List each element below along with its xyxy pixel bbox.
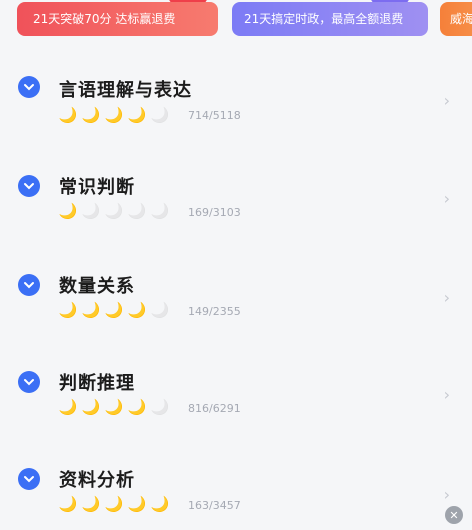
crescent-moon-icon: 🌙 (104, 106, 124, 124)
crescent-moon-icon: 🌙 (58, 301, 78, 319)
crescent-moon-icon: 🌙 (127, 106, 147, 124)
progress-moons: 🌙 🌙 🌙 🌙 🌙 (58, 300, 170, 320)
subject-item[interactable]: 言语理解与表达 🌙 🌙 🌙 🌙 🌙 714/5118 › (0, 44, 472, 139)
crescent-moon-icon: 🌙 (150, 106, 170, 124)
chevron-right-icon[interactable]: › (444, 485, 450, 504)
crescent-moon-icon: 🌙 (81, 301, 101, 319)
progress-moons: 🌙 🌙 🌙 🌙 🌙 (58, 494, 170, 514)
chevron-down-icon[interactable] (18, 76, 40, 98)
crescent-moon-icon: 🌙 (127, 202, 147, 220)
crescent-moon-icon: 🌙 (150, 202, 170, 220)
chevron-right-icon[interactable]: › (444, 91, 450, 110)
subject-list: 言语理解与表达 🌙 🌙 🌙 🌙 🌙 714/5118 › 常识判断 🌙 🌙 🌙 🌙 🌙 169/… (0, 44, 472, 527)
crescent-moon-icon: 🌙 (150, 495, 170, 513)
chevron-down-icon[interactable] (18, 371, 40, 393)
crescent-moon-icon: 🌙 (150, 301, 170, 319)
progress-moons: 🌙 🌙 🌙 🌙 🌙 (58, 105, 170, 125)
question-count: 169/3103 (188, 206, 241, 219)
promo-banner-current-affairs[interactable]: 21天搞定时政，最高全额退费 (232, 2, 428, 36)
crescent-moon-icon: 🌙 (81, 202, 101, 220)
crescent-moon-icon: 🌙 (81, 495, 101, 513)
crescent-moon-icon: 🌙 (58, 106, 78, 124)
progress-moons: 🌙 🌙 🌙 🌙 🌙 (58, 201, 170, 221)
promo-banner-weihai[interactable]: 威海 (440, 2, 472, 36)
progress-moons: 🌙 🌙 🌙 🌙 🌙 (58, 397, 170, 417)
close-icon[interactable]: ✕ (445, 506, 463, 524)
crescent-moon-icon: 🌙 (58, 495, 78, 513)
crescent-moon-icon: 🌙 (150, 398, 170, 416)
crescent-moon-icon: 🌙 (127, 301, 147, 319)
subject-title: 数量关系 (59, 276, 135, 297)
question-count: 714/5118 (188, 109, 241, 122)
chevron-right-icon[interactable]: › (444, 189, 450, 208)
subject-title: 言语理解与表达 (59, 80, 192, 101)
crescent-moon-icon: 🌙 (127, 398, 147, 416)
promo-banner-score[interactable]: 21天突破70分 达标赢退费 (17, 2, 218, 36)
crescent-moon-icon: 🌙 (104, 495, 124, 513)
subject-item[interactable]: 常识判断 🌙 🌙 🌙 🌙 🌙 169/3103 › (0, 139, 472, 236)
chevron-right-icon[interactable]: › (444, 288, 450, 307)
question-count: 149/2355 (188, 305, 241, 318)
crescent-moon-icon: 🌙 (104, 398, 124, 416)
question-count: 816/6291 (188, 402, 241, 415)
crescent-moon-icon: 🌙 (104, 202, 124, 220)
subject-title: 常识判断 (59, 177, 135, 198)
crescent-moon-icon: 🌙 (58, 202, 78, 220)
subject-title: 判断推理 (59, 373, 135, 394)
promo-banner-strip: 21天突破70分 达标赢退费 21天搞定时政，最高全额退费 威海 (0, 0, 472, 44)
crescent-moon-icon: 🌙 (81, 106, 101, 124)
chevron-down-icon[interactable] (18, 175, 40, 197)
crescent-moon-icon: 🌙 (81, 398, 101, 416)
subject-title: 资料分析 (59, 470, 135, 491)
crescent-moon-icon: 🌙 (127, 495, 147, 513)
question-count: 163/3457 (188, 499, 241, 512)
crescent-moon-icon: 🌙 (104, 301, 124, 319)
subject-item[interactable]: 资料分析 🌙 🌙 🌙 🌙 🌙 163/3457 › (0, 430, 472, 527)
subject-item[interactable]: 判断推理 🌙 🌙 🌙 🌙 🌙 816/6291 › (0, 333, 472, 430)
subject-item[interactable]: 数量关系 🌙 🌙 🌙 🌙 🌙 149/2355 › (0, 236, 472, 333)
chevron-right-icon[interactable]: › (444, 385, 450, 404)
chevron-down-icon[interactable] (18, 468, 40, 490)
crescent-moon-icon: 🌙 (58, 398, 78, 416)
chevron-down-icon[interactable] (18, 274, 40, 296)
